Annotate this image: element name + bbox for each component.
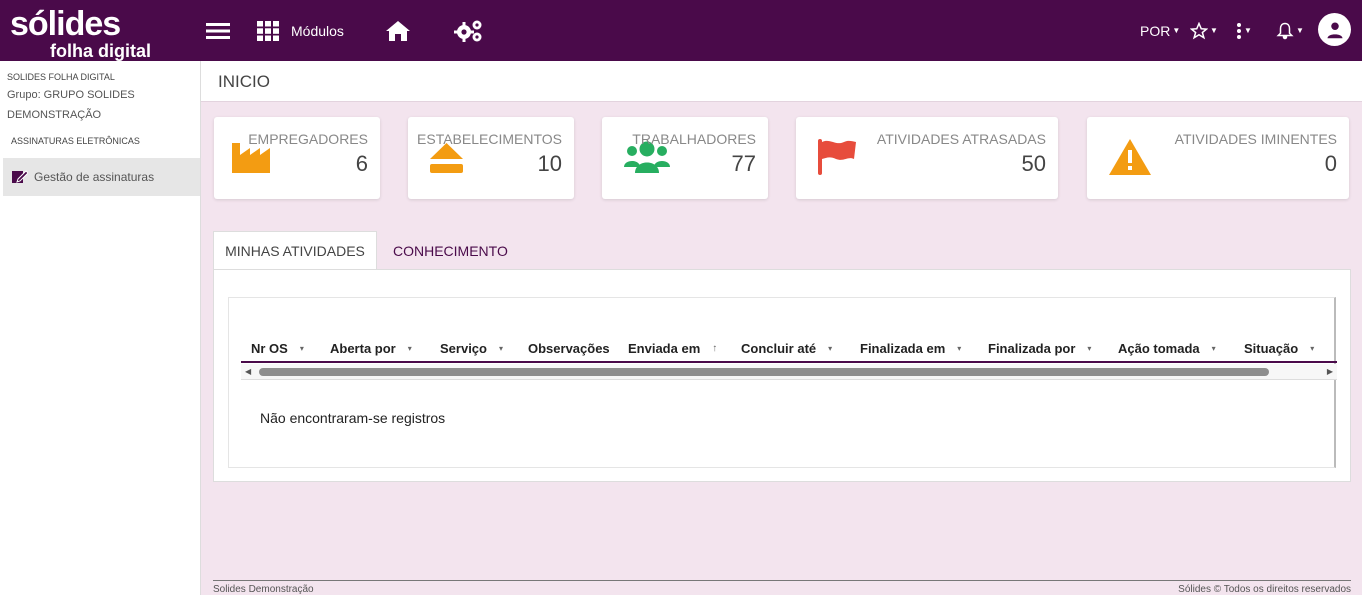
scrollbar-thumb[interactable]: [259, 368, 1269, 376]
column-label: Observações: [528, 341, 610, 356]
modules-label: Módulos: [291, 22, 344, 39]
hamburger-icon: [206, 22, 230, 39]
page-header: INICIO: [201, 61, 1362, 102]
column-label: Nr OS: [251, 341, 288, 356]
sidebar: SOLIDES FOLHA DIGITAL Grupo: GRUPO SOLID…: [0, 61, 201, 595]
column-header-nr-os[interactable]: Nr OS ▾: [251, 336, 304, 361]
home-button[interactable]: [385, 0, 411, 61]
card-value: 0: [1324, 151, 1337, 176]
card-value: 50: [1021, 151, 1046, 176]
modules-button[interactable]: Módulos: [257, 0, 344, 61]
chevron-down-icon: ▼: [1172, 26, 1181, 35]
card-atividades-iminentes[interactable]: ATIVIDADES IMINENTES 0: [1087, 117, 1349, 199]
card-label: ATIVIDADES ATRASADAS: [876, 131, 1046, 147]
sort-icon: ▾: [498, 344, 503, 353]
chevron-down-icon: ▼: [1296, 26, 1304, 35]
sidebar-item-label: Gestão de assinaturas: [34, 170, 155, 184]
card-label: TRABALHADORES: [632, 131, 756, 147]
sort-icon: ▾: [1310, 344, 1315, 353]
eject-icon: [430, 143, 463, 173]
column-header-acao-tomada[interactable]: Ação tomada ▾: [1118, 336, 1216, 361]
tab-minhas-atividades[interactable]: MINHAS ATIVIDADES: [213, 231, 377, 270]
top-bar: sólides folha digital Módulos POR ▼ ▼ ▼ …: [0, 0, 1362, 61]
sort-icon: ▾: [1087, 344, 1092, 353]
user-avatar[interactable]: [1318, 13, 1351, 46]
sidebar-section-title: ASSINATURAS ELETRÔNICAS: [11, 136, 140, 146]
sidebar-item-gestao-assinaturas[interactable]: Gestão de assinaturas: [3, 158, 200, 196]
logo-wordmark: sólides: [10, 5, 121, 43]
chevron-down-icon: ▼: [1210, 26, 1218, 35]
warning-icon: [1109, 139, 1151, 175]
card-label: ESTABELECIMENTOS: [417, 131, 562, 147]
column-label: Situação: [1244, 341, 1299, 356]
column-label: Serviço: [440, 341, 487, 356]
scroll-right-arrow-icon[interactable]: ▶: [1327, 367, 1333, 376]
sort-icon: ▾: [1211, 344, 1216, 353]
column-header-enviada-em[interactable]: Enviada em ↑: [628, 336, 717, 361]
card-label: EMPREGADORES: [248, 131, 368, 147]
card-trabalhadores[interactable]: TRABALHADORES 77: [602, 117, 768, 199]
column-header-finalizada-em[interactable]: Finalizada em ▾: [860, 336, 961, 361]
column-header-concluir-ate[interactable]: Concluir até ▾: [741, 336, 832, 361]
sort-icon: ▾: [299, 344, 304, 353]
sort-icon: ▾: [957, 344, 962, 353]
card-value: 6: [355, 151, 368, 176]
column-label: Concluir até: [741, 341, 817, 356]
sort-icon: ▾: [828, 344, 833, 353]
sort-icon: ▾: [407, 344, 412, 353]
user-icon: [1327, 22, 1342, 38]
card-atividades-atrasadas[interactable]: ATIVIDADES ATRASADAS 50: [796, 117, 1058, 199]
solides-logo[interactable]: sólides folha digital: [10, 5, 170, 61]
column-header-finalizada-por[interactable]: Finalizada por ▾: [988, 336, 1091, 361]
card-empregadores[interactable]: EMPREGADORES 6: [214, 117, 380, 199]
logo-subtitle: folha digital: [50, 41, 151, 61]
card-label: ATIVIDADES IMINENTES: [1174, 131, 1337, 147]
footer-company: Solides Demonstração: [213, 584, 314, 595]
company-name: SOLIDES FOLHA DIGITAL: [7, 72, 115, 82]
column-header-servico[interactable]: Serviço ▾: [440, 336, 503, 361]
vertical-dots-icon: [1237, 22, 1241, 39]
card-value: 77: [731, 151, 756, 176]
settings-button[interactable]: [454, 0, 484, 61]
chevron-down-icon: ▼: [1244, 26, 1252, 35]
column-label: Aberta por: [330, 341, 396, 356]
notifications-button[interactable]: ▼: [1276, 0, 1304, 61]
language-label: POR: [1140, 22, 1171, 39]
favorites-button[interactable]: ▼: [1190, 0, 1218, 61]
hamburger-menu-button[interactable]: [206, 0, 234, 61]
language-selector[interactable]: POR ▼: [1140, 0, 1180, 61]
gears-icon: [454, 20, 482, 42]
sort-ascending-icon: ↑: [712, 343, 718, 354]
activities-grid: Nr OS ▾ Aberta por ▾ Serviço ▾ Observações …: [228, 297, 1337, 468]
tab-panel: Nr OS ▾ Aberta por ▾ Serviço ▾ Observações …: [213, 269, 1351, 482]
footer: Solides Demonstração Sólides © Todos os …: [213, 580, 1351, 595]
page-title: INICIO: [218, 72, 270, 91]
column-label: Finalizada em: [860, 341, 946, 356]
bell-icon: [1276, 22, 1294, 39]
grid-header: Nr OS ▾ Aberta por ▾ Serviço ▾ Observações …: [241, 336, 1337, 363]
home-icon: [386, 20, 410, 41]
signature-icon: [12, 170, 28, 183]
tab-conhecimento[interactable]: CONHECIMENTO: [393, 231, 508, 270]
scroll-left-arrow-icon[interactable]: ◀: [245, 367, 251, 376]
column-label: Enviada em: [628, 341, 701, 356]
star-icon: [1190, 21, 1208, 39]
horizontal-scrollbar[interactable]: ◀ ▶: [241, 364, 1337, 380]
column-header-situacao[interactable]: Situação ▾: [1244, 336, 1314, 361]
more-options-button[interactable]: ▼: [1236, 0, 1252, 61]
group-name: Grupo: GRUPO SOLIDES DEMONSTRAÇÃO: [7, 89, 135, 121]
card-value: 10: [537, 151, 562, 176]
flag-icon: [818, 139, 856, 175]
card-estabelecimentos[interactable]: ESTABELECIMENTOS 10: [408, 117, 574, 199]
empty-grid-message: Não encontraram-se registros: [260, 410, 446, 426]
footer-copyright: Sólides © Todos os direitos reservados: [1178, 584, 1351, 595]
column-header-aberta-por[interactable]: Aberta por ▾: [330, 336, 412, 361]
column-label: Ação tomada: [1118, 341, 1200, 356]
column-header-observacoes[interactable]: Observações: [528, 336, 610, 361]
grid-icon: [257, 20, 279, 41]
column-label: Finalizada por: [988, 341, 1076, 356]
